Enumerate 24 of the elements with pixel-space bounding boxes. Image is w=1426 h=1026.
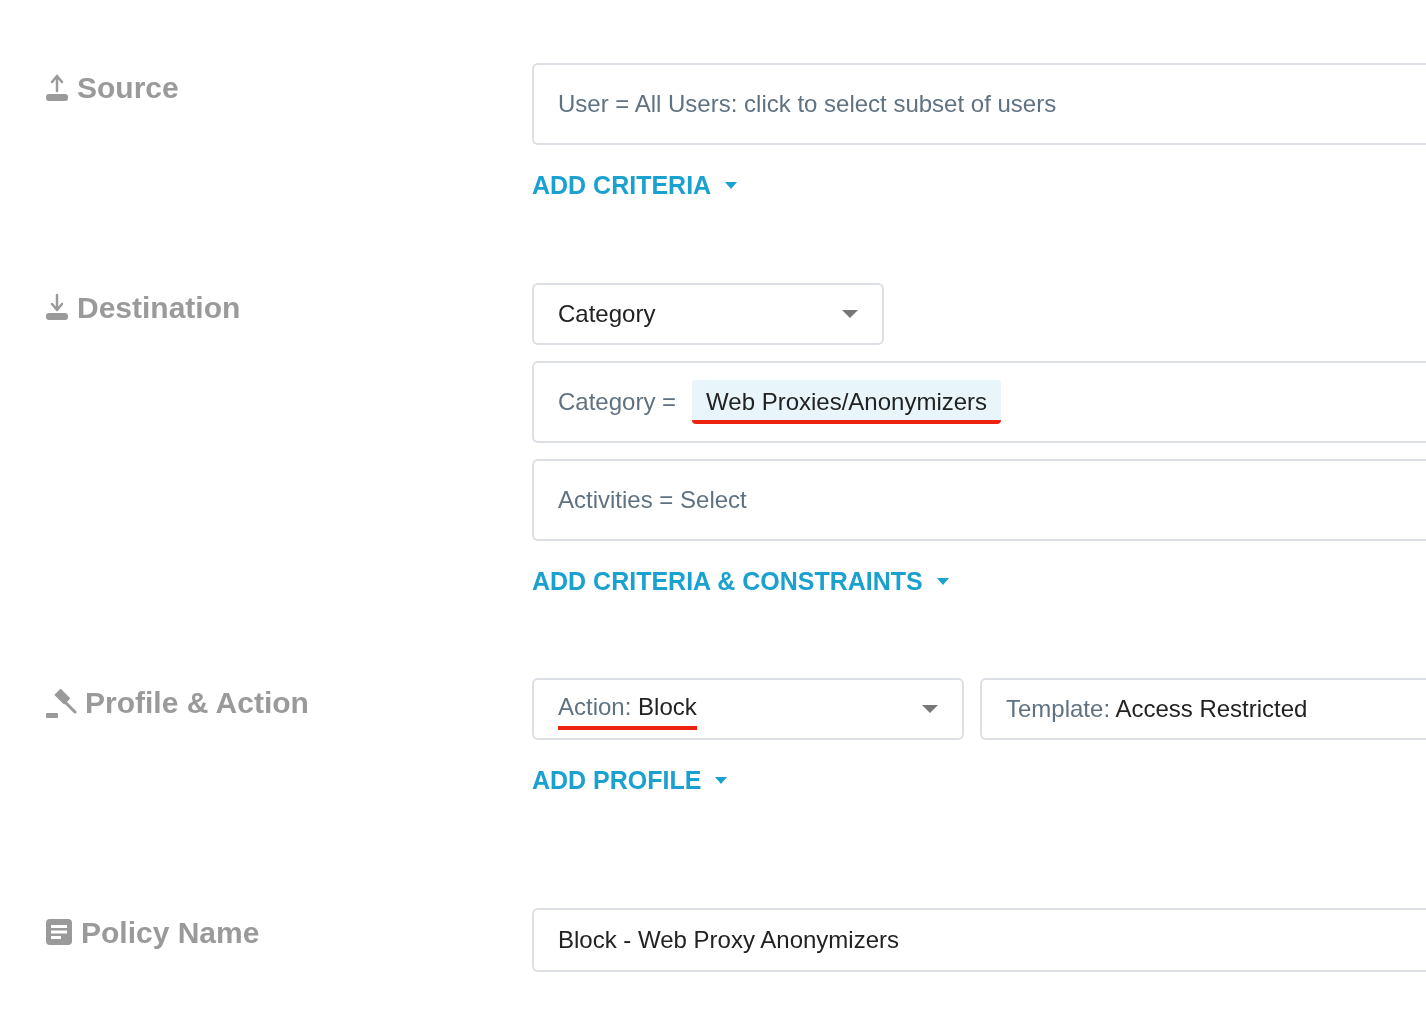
caret-icon [715, 777, 728, 785]
policy-name-input[interactable]: Block - Web Proxy Anonymizers [532, 907, 1426, 972]
dropdown-value: Template: Access Restricted [1006, 694, 1308, 724]
caret-icon [922, 705, 938, 713]
dropdown-value: Action: Block [558, 688, 697, 730]
criteria-field[interactable]: Activities = Select [532, 458, 1426, 541]
section-title: Policy Name [81, 914, 260, 951]
section-title: Source [77, 70, 179, 106]
section-title: Profile & Action [85, 685, 309, 721]
category-tag[interactable]: Web Proxies/Anonymizers [692, 379, 1002, 424]
caret-icon [842, 309, 858, 318]
caret-icon [936, 577, 949, 585]
upload-icon [45, 73, 69, 102]
criteria-field[interactable]: Category = Web Proxies/Anonymizers [532, 360, 1426, 443]
criteria-field[interactable]: User = All Users: click to select subset of users [532, 63, 1426, 145]
section-title: Destination [77, 289, 241, 326]
caret-icon [725, 182, 738, 190]
download-icon [45, 293, 69, 321]
field-label: Category = [558, 386, 677, 417]
document-icon [45, 918, 73, 946]
action-dropdown[interactable]: Action: Block [532, 678, 964, 740]
category-dropdown[interactable]: Category [532, 282, 884, 345]
template-dropdown[interactable]: Template: Access Restricted [980, 678, 1426, 740]
gavel-icon [45, 686, 77, 719]
